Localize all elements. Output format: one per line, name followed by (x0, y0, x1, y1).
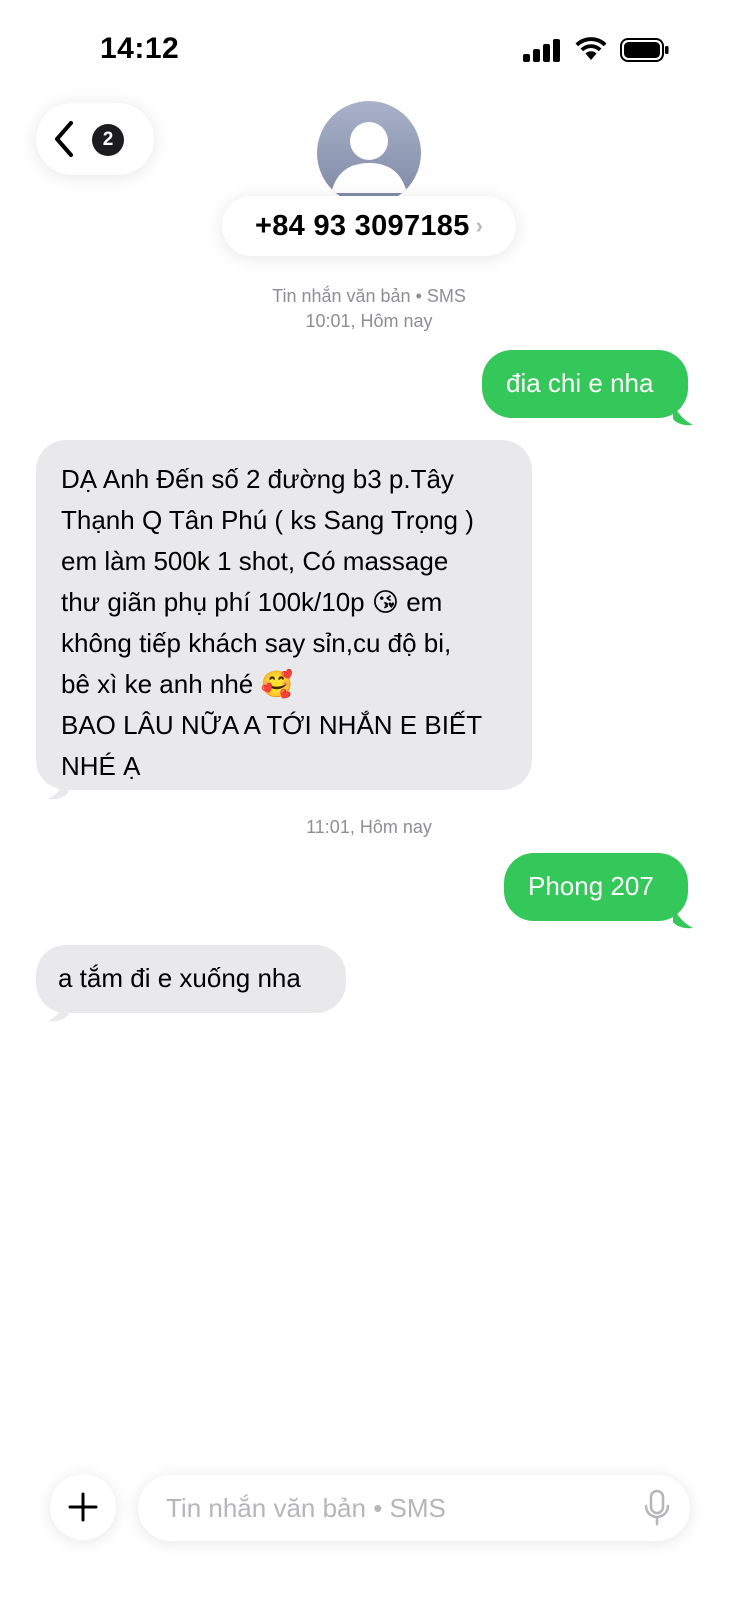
message-line: NHÉ Ạ (61, 751, 141, 781)
cellular-signal-icon (523, 39, 560, 62)
contact-name-button[interactable]: +84 93 3097185 › (222, 196, 516, 256)
message-input[interactable]: Tin nhắn văn bản • SMS (138, 1475, 690, 1541)
message-line: bê xì ke anh nhé 🥰 (61, 669, 293, 699)
add-attachment-button[interactable] (50, 1474, 116, 1540)
incoming-message-bubble[interactable]: a tắm đi e xuống nha (36, 945, 346, 1013)
timestamp: 10:01, Hôm nay (305, 311, 433, 331)
timestamp: 11:01, Hôm nay (306, 817, 432, 837)
incoming-message-bubble[interactable]: DẠ Anh Đến số 2 đường b3 p.Tây Thạnh Q T… (36, 440, 532, 790)
contact-number: +84 93 3097185 (255, 209, 470, 242)
plus-icon (68, 1492, 98, 1522)
message-text: đia chi e nha (506, 368, 654, 398)
message-line: thư giãn phụ phí 100k/10p 😘 em (61, 587, 443, 617)
outgoing-message-bubble[interactable]: đia chi e nha (482, 350, 688, 418)
message-text: a tắm đi e xuống nha (58, 963, 301, 993)
message-line: Thạnh Q Tân Phú ( ks Sang Trọng ) (61, 505, 474, 535)
compose-bar: Tin nhắn văn bản • SMS (0, 1455, 738, 1600)
battery-icon (620, 38, 669, 62)
bubble-tail (673, 907, 693, 929)
bubble-tail (48, 778, 68, 800)
message-line: không tiếp khách say sỉn,cu độ bi, (61, 628, 452, 658)
status-time: 14:12 (100, 32, 180, 65)
unread-count-badge: 2 (92, 124, 124, 156)
message-line: BAO LÂU NỮA A TỚI NHẮN E BIẾT (61, 710, 483, 740)
message-type-label: Tin nhắn văn bản • SMS (272, 286, 466, 306)
back-button[interactable]: 2 (36, 103, 154, 175)
message-input-placeholder: Tin nhắn văn bản • SMS (166, 1493, 446, 1523)
bubble-tail (48, 1000, 68, 1022)
chevron-left-icon (55, 121, 73, 157)
chevron-right-icon: › (475, 213, 483, 238)
person-icon (331, 122, 407, 193)
message-line: DẠ Anh Đến số 2 đường b3 p.Tây (61, 464, 454, 494)
bubble-tail (673, 404, 693, 426)
wifi-icon (575, 37, 607, 60)
contact-avatar[interactable] (317, 101, 421, 205)
status-bar: 14:12 (0, 0, 738, 100)
outgoing-message-bubble[interactable]: Phong 207 (504, 853, 688, 921)
microphone-icon[interactable] (644, 1489, 670, 1527)
message-text: Phong 207 (528, 871, 654, 901)
conversation-meta: Tin nhắn văn bản • SMS 10:01, Hôm nay (0, 284, 738, 334)
message-line: em làm 500k 1 shot, Có massage (61, 546, 449, 576)
